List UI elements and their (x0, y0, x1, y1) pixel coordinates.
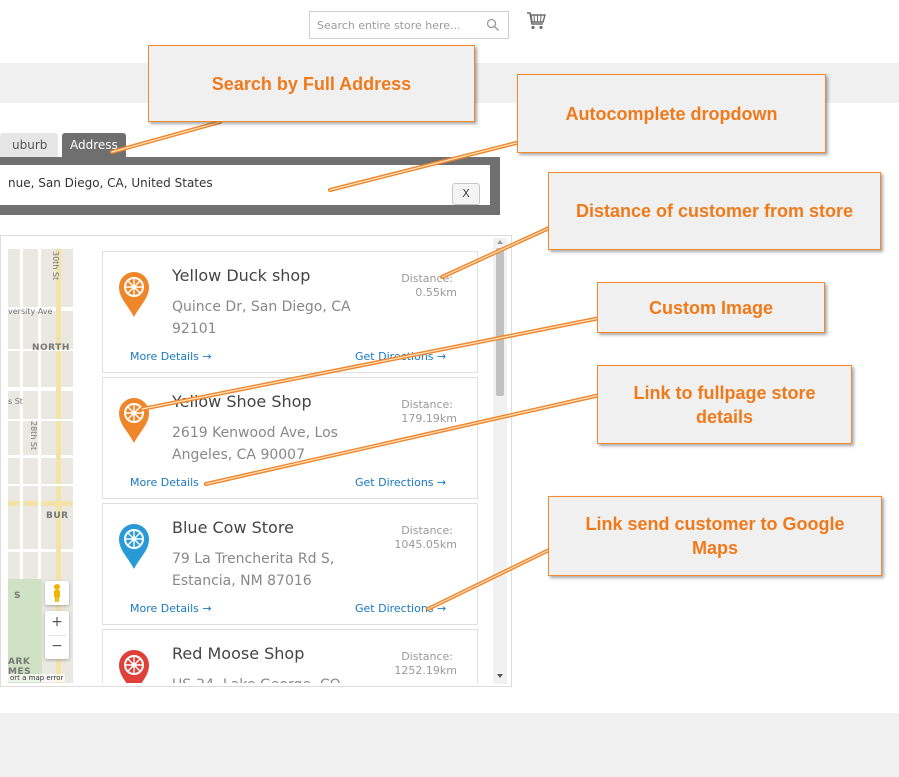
tab-address[interactable]: Address (62, 133, 126, 157)
map-label: versity Ave (8, 307, 53, 316)
map-label: NORTH (32, 343, 70, 353)
store-address: Quince Dr, San Diego, CA 92101 (172, 299, 351, 337)
distance-label: Distance: (401, 398, 453, 411)
footer-band (0, 713, 899, 777)
annotation-autocomplete-dropdown: Autocomplete dropdown (517, 74, 826, 153)
store-list-scrollbar[interactable] (493, 238, 507, 684)
zoom-out-button[interactable]: − (45, 635, 69, 659)
distance-value: 179.19km (401, 412, 457, 425)
store-card: Yellow Shoe Shop 2619 Kenwood Ave, Los A… (102, 377, 478, 499)
report-map-error-link[interactable]: ort a map error (8, 674, 66, 682)
annotation-link-to-google-maps: Link send customer to Google Maps (548, 496, 882, 576)
store-search-input[interactable] (310, 12, 508, 38)
store-card: Yellow Duck shop Quince Dr, San Diego, C… (102, 251, 478, 373)
distance-value: 1045.05km (394, 538, 457, 551)
more-details-link[interactable]: More Details (130, 476, 199, 489)
get-directions-link[interactable]: Get Directions → (355, 476, 446, 489)
distance-value: 1252.19km (394, 664, 457, 677)
get-directions-link[interactable]: Get Directions → (355, 350, 446, 363)
map-label: s St (8, 397, 23, 406)
store-name: Yellow Duck shop (172, 266, 311, 285)
store-custom-pin-icon (119, 524, 149, 569)
store-search-box[interactable] (309, 11, 509, 39)
search-icon[interactable] (486, 18, 500, 32)
tab-suburb[interactable]: uburb (0, 133, 58, 157)
address-search-container: nue, San Diego, CA, United States X (0, 157, 500, 215)
annotation-link-to-store-details: Link to fullpage store details (597, 365, 852, 444)
store-name: Blue Cow Store (172, 518, 294, 537)
map-label: 30th St (51, 251, 60, 281)
scroll-thumb[interactable] (496, 248, 504, 396)
store-map[interactable]: 30th St versity Ave NORTH s St 28th St B… (8, 249, 73, 683)
distance-value: 0.55km (415, 286, 457, 299)
cart-icon[interactable] (525, 10, 547, 32)
store-address: 2619 Kenwood Ave, Los Angeles, CA 90007 (172, 425, 338, 463)
map-label: BUR (46, 511, 69, 521)
annotation-custom-image: Custom Image (597, 282, 825, 333)
address-input-value: nue, San Diego, CA, United States (8, 176, 213, 190)
distance-label: Distance: (401, 650, 453, 663)
clear-address-button[interactable]: X (452, 183, 480, 205)
store-address: 79 La Trencherita Rd S, Estancia, NM 870… (172, 551, 335, 589)
scroll-down-icon[interactable] (497, 674, 503, 678)
store-custom-pin-icon (119, 398, 149, 443)
store-address: US-24, Lake George, CO (172, 674, 372, 683)
street-view-pegman-icon[interactable] (45, 581, 69, 605)
store-card: Red Moose Shop US-24, Lake George, CO Di… (102, 629, 478, 683)
map-label: ARK (8, 657, 31, 667)
map-zoom-control: + − (45, 611, 69, 659)
scroll-up-icon[interactable] (497, 240, 503, 244)
map-label: 28th St (29, 421, 38, 451)
store-custom-pin-icon (119, 650, 149, 683)
annotation-distance-from-store: Distance of customer from store (548, 172, 881, 250)
distance-label: Distance: (401, 272, 453, 285)
store-card: Blue Cow Store 79 La Trencherita Rd S, E… (102, 503, 478, 625)
map-label: S (14, 591, 21, 601)
store-name: Red Moose Shop (172, 644, 305, 663)
more-details-link[interactable]: More Details → (130, 350, 212, 363)
store-name: Yellow Shoe Shop (172, 392, 312, 411)
annotation-search-by-full-address: Search by Full Address (148, 45, 475, 122)
address-input[interactable]: nue, San Diego, CA, United States X (0, 165, 490, 205)
zoom-in-button[interactable]: + (45, 611, 69, 635)
distance-label: Distance: (401, 524, 453, 537)
more-details-link[interactable]: More Details → (130, 602, 212, 615)
store-custom-pin-icon (119, 272, 149, 317)
get-directions-link[interactable]: Get Directions → (355, 602, 446, 615)
